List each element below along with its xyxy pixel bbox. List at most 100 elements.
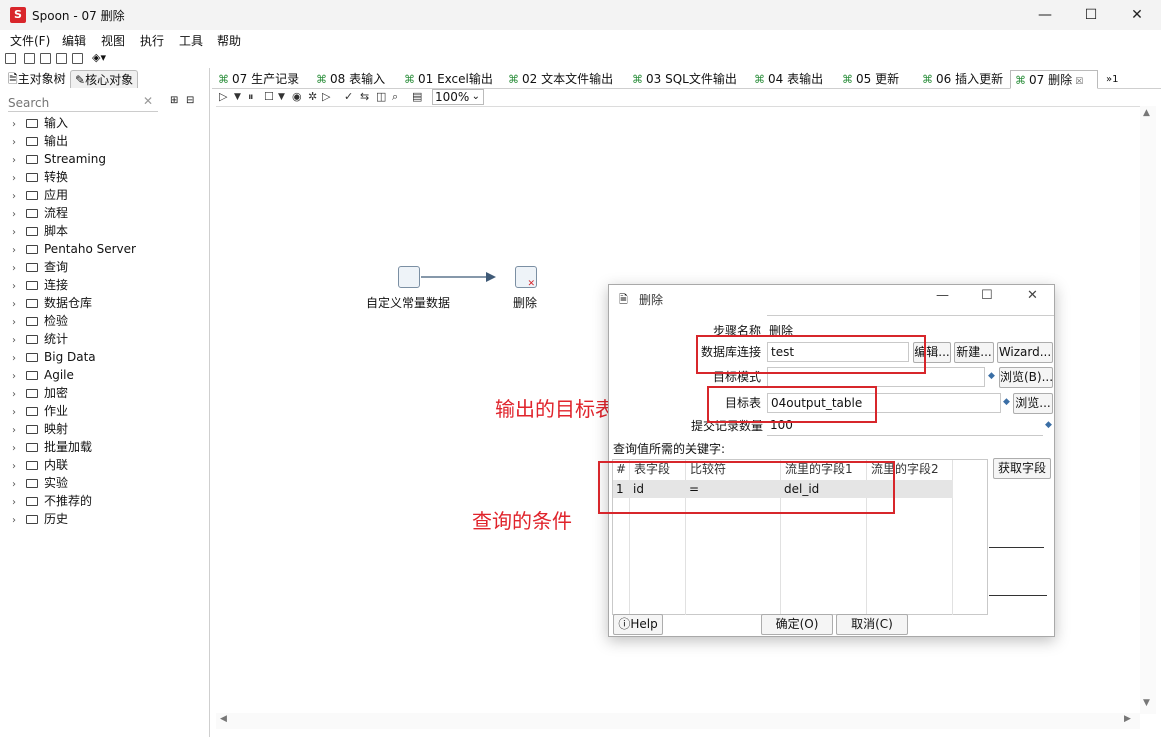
run-dropdown-icon[interactable]: ▼	[234, 92, 241, 102]
new-file-icon[interactable]	[5, 53, 16, 64]
scroll-left-icon[interactable]: ◀	[220, 714, 227, 724]
tab-main-tree[interactable]: 🗎主对象树	[4, 70, 70, 88]
tab-job-04-table-output[interactable]: ⌘ 04 表输出	[750, 70, 823, 89]
run-icon[interactable]: ▷	[219, 90, 227, 103]
scroll-down-icon[interactable]: ▼	[1143, 698, 1150, 708]
tree-item[interactable]: › 转换	[12, 168, 68, 186]
folder-icon	[26, 479, 38, 488]
tree-item[interactable]: › 流程	[12, 204, 68, 222]
constant-data-step-icon[interactable]	[398, 266, 420, 288]
tab-job-05-update[interactable]: ⌘ 05 更新	[838, 70, 899, 89]
tree-item[interactable]: › 应用	[12, 186, 68, 204]
pause-icon[interactable]: ⏸	[248, 90, 254, 104]
tree-item[interactable]: › 查询	[12, 258, 68, 276]
explore-repository-icon[interactable]	[40, 53, 51, 64]
replay-icon[interactable]: ▷	[322, 90, 330, 103]
tree-item[interactable]: › Pentaho Server	[12, 240, 136, 258]
tree-item-label: 应用	[44, 188, 69, 202]
wizard-button[interactable]: Wizard...	[997, 342, 1053, 363]
preview-icon[interactable]: ◉	[292, 90, 302, 103]
menu-file[interactable]: 文件(F)	[10, 32, 50, 49]
ok-button[interactable]: 确定(O)	[761, 614, 833, 635]
impact-icon[interactable]: ⇆	[360, 90, 369, 103]
tree-item[interactable]: › Big Data	[12, 348, 96, 366]
tree-item[interactable]: › Agile	[12, 366, 74, 384]
menu-view[interactable]: 视图	[101, 32, 125, 49]
tab-job-07-delete[interactable]: ⌘ 07 删除 ☒	[1010, 70, 1098, 89]
tree-item[interactable]: › 映射	[12, 420, 68, 438]
tab-job-07-production[interactable]: ⌘ 07 生产记录	[214, 70, 299, 89]
save-icon[interactable]	[56, 53, 67, 64]
tree-item[interactable]: › 统计	[12, 330, 68, 348]
browse-schema-button[interactable]: 浏览(B)...	[999, 367, 1053, 388]
collapse-all-icon[interactable]: ⊟	[186, 95, 194, 106]
help-button[interactable]: ⓘHelp	[613, 614, 663, 635]
tree-item[interactable]: › 不推荐的	[12, 492, 92, 510]
horizontal-scrollbar[interactable]: ◀ ▶	[216, 713, 1140, 729]
vertical-scrollbar[interactable]: ▲ ▼	[1140, 106, 1156, 714]
tree-item[interactable]: › 内联	[12, 456, 68, 474]
tab-job-02-text-output[interactable]: ⌘ 02 文本文件输出	[504, 70, 613, 89]
minimize-icon[interactable]: —	[1022, 0, 1068, 30]
delete-step-icon[interactable]: ✕	[515, 266, 537, 289]
perspective-icon[interactable]: ◈▾	[92, 51, 106, 64]
clear-search-icon[interactable]: ✕	[143, 94, 153, 108]
tree-item[interactable]: › 实验	[12, 474, 68, 492]
save-as-icon[interactable]	[72, 53, 83, 64]
get-fields-button[interactable]: 获取字段	[993, 458, 1051, 479]
tab-close-icon[interactable]: ☒	[1075, 77, 1083, 87]
transformation-icon: ⌘	[632, 73, 643, 86]
tree-item-label: 转换	[44, 170, 69, 184]
chevron-right-icon[interactable]: ›	[12, 512, 26, 530]
explore-db-icon[interactable]: ⌕	[392, 90, 398, 104]
menu-run[interactable]: 执行	[140, 32, 164, 49]
tree-item[interactable]: › 检验	[12, 312, 68, 330]
tree-item[interactable]: › 批量加载	[12, 438, 92, 456]
dialog-minimize-icon[interactable]: —	[936, 288, 949, 303]
tree-item[interactable]: › 历史	[12, 510, 68, 528]
tree-item[interactable]: › 数据仓库	[12, 294, 92, 312]
new-connection-button[interactable]: 新建...	[954, 342, 994, 363]
tab-core-objects[interactable]: ✎核心对象	[70, 70, 139, 88]
tree-item-label: Pentaho Server	[44, 242, 136, 256]
tab-job-08-table-input[interactable]: ⌘ 08 表输入	[312, 70, 385, 89]
menu-help[interactable]: 帮助	[217, 32, 241, 49]
scroll-up-icon[interactable]: ▲	[1143, 108, 1150, 118]
verify-icon[interactable]: ✓	[344, 90, 353, 103]
highlight-target-table	[707, 386, 877, 423]
dialog-close-icon[interactable]: ✕	[1027, 288, 1038, 303]
tab-label: 04 表输出	[768, 72, 824, 86]
tree-item[interactable]: › 输出	[12, 132, 68, 150]
debug-icon[interactable]: ✲	[308, 90, 317, 103]
dialog-maximize-icon[interactable]: ☐	[981, 288, 993, 303]
menu-edit[interactable]: 编辑	[62, 32, 86, 49]
close-icon[interactable]: ✕	[1114, 0, 1160, 30]
divider	[767, 315, 1054, 316]
zoom-select[interactable]: 100% ⌄	[432, 89, 484, 105]
tree-item[interactable]: › 输入	[12, 114, 68, 132]
tab-job-01-excel-output[interactable]: ⌘ 01 Excel输出	[400, 70, 493, 89]
tree-item[interactable]: › 加密	[12, 384, 68, 402]
search-input[interactable]	[8, 94, 138, 112]
stop-dropdown-icon[interactable]: ▼	[278, 92, 285, 102]
divider	[989, 547, 1044, 548]
tabs-overflow[interactable]: »1	[1102, 70, 1118, 89]
open-file-icon[interactable]	[24, 53, 35, 64]
maximize-icon[interactable]: ☐	[1068, 0, 1114, 30]
menu-tools[interactable]: 工具	[179, 32, 203, 49]
tree-item[interactable]: › 连接	[12, 276, 68, 294]
browse-table-button[interactable]: 浏览...	[1013, 393, 1053, 414]
tab-job-06-insert-update[interactable]: ⌘ 06 插入更新	[918, 70, 1003, 89]
folder-icon	[26, 173, 38, 182]
tree-item[interactable]: › 脚本	[12, 222, 68, 240]
tab-job-03-sql-output[interactable]: ⌘ 03 SQL文件输出	[628, 70, 737, 89]
tree-item[interactable]: › 作业	[12, 402, 68, 420]
tree-item[interactable]: › Streaming	[12, 150, 106, 168]
sql-icon[interactable]: ◫	[376, 90, 386, 103]
stop-icon[interactable]: ☐	[264, 90, 274, 103]
cancel-button[interactable]: 取消(C)	[836, 614, 908, 635]
scroll-right-icon[interactable]: ▶	[1124, 714, 1131, 724]
expand-all-icon[interactable]: ⊞	[170, 95, 178, 106]
doc-icon: 🗎	[8, 72, 18, 86]
grid-icon[interactable]: ▤	[412, 90, 422, 103]
